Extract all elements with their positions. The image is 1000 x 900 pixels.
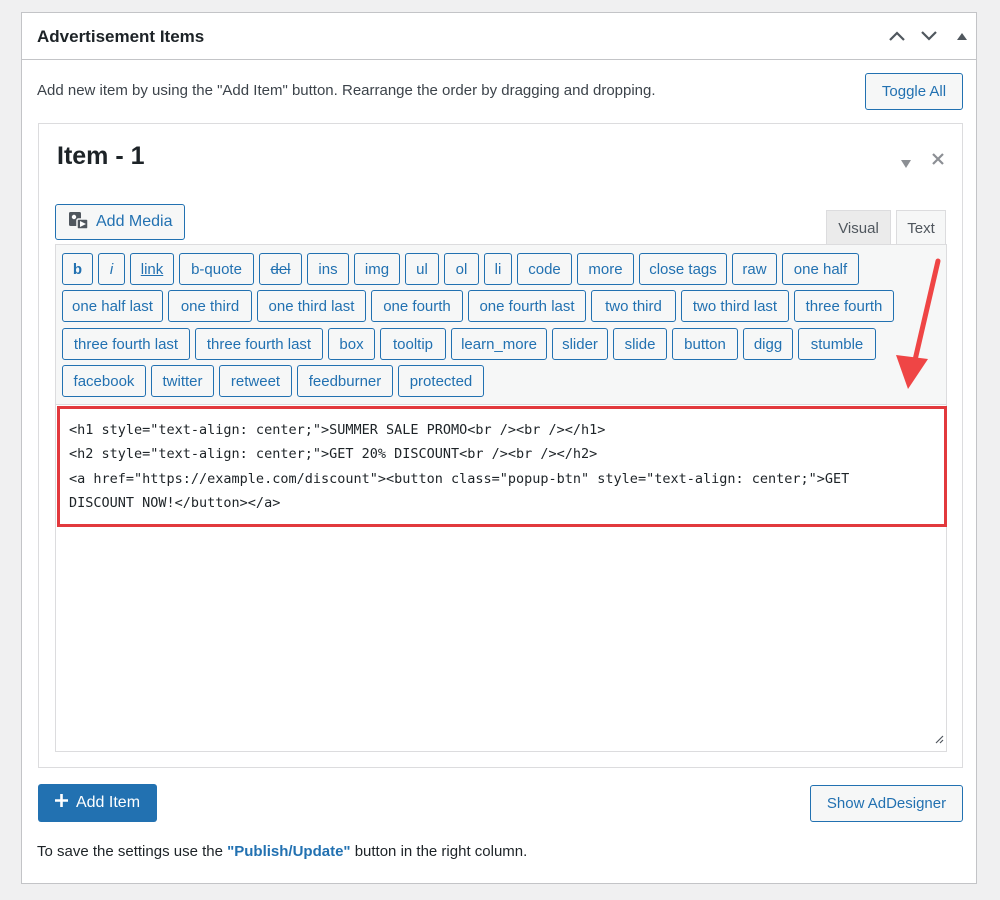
qt-raw-button[interactable]: raw (732, 253, 777, 285)
qt-learn-more-button[interactable]: learn_more (451, 328, 547, 360)
move-up-icon[interactable] (886, 25, 908, 47)
qt-three-fourth-button[interactable]: three fourth (794, 290, 894, 322)
tab-visual[interactable]: Visual (826, 210, 891, 245)
qt-slide-button[interactable]: slide (613, 328, 667, 360)
qt-ol-button[interactable]: ol (444, 253, 479, 285)
qt-one-third-last-button[interactable]: one third last (257, 290, 366, 322)
qt-more-button[interactable]: more (577, 253, 634, 285)
red-arrow-annotation (880, 255, 950, 400)
footer-note: To save the settings use the "Publish/Up… (37, 843, 527, 860)
qt-twitter-button[interactable]: twitter (151, 365, 214, 397)
qt-one-fourth-last-button[interactable]: one fourth last (468, 290, 586, 322)
item-panel: Item - 1 Add Media Visual Text b i link … (38, 123, 963, 768)
intro-text: Add new item by using the "Add Item" but… (37, 82, 656, 99)
qt-b-quote-button[interactable]: b-quote (179, 253, 254, 285)
code-line: DISCOUNT NOW!</button></a> (69, 495, 281, 511)
qt-slider-button[interactable]: slider (552, 328, 608, 360)
item-title: Item - 1 (57, 142, 145, 170)
text-editor: b i link b-quote del ins img ul ol li co… (55, 244, 947, 752)
qt-code-button[interactable]: code (517, 253, 572, 285)
qt-two-third-button[interactable]: two third (591, 290, 676, 322)
footer-suffix: button in the right column. (350, 843, 528, 860)
qt-one-third-button[interactable]: one third (168, 290, 252, 322)
qt-facebook-button[interactable]: facebook (62, 365, 146, 397)
metabox-title: Advertisement Items (37, 27, 205, 46)
metabox-header: Advertisement Items (22, 13, 976, 60)
qt-button-button[interactable]: button (672, 328, 738, 360)
qt-stumble-button[interactable]: stumble (798, 328, 876, 360)
add-item-button[interactable]: Add Item (38, 784, 157, 822)
qt-retweet-button[interactable]: retweet (219, 365, 292, 397)
move-down-icon[interactable] (918, 25, 940, 47)
code-line: <h1 style="text-align: center;">SUMMER S… (69, 422, 606, 438)
quicktags-toolbar: b i link b-quote del ins img ul ol li co… (56, 245, 946, 405)
qt-one-half-last-button[interactable]: one half last (62, 290, 163, 322)
footer-prefix: To save the settings use the (37, 843, 228, 860)
qt-one-half-button[interactable]: one half (782, 253, 859, 285)
item-collapse-icon[interactable] (901, 155, 911, 173)
tab-text[interactable]: Text (896, 210, 946, 245)
show-addesigner-button[interactable]: Show AdDesigner (810, 785, 963, 822)
code-textarea[interactable]: <h1 style="text-align: center;">SUMMER S… (56, 405, 947, 751)
item-remove-icon[interactable] (932, 152, 944, 170)
qt-digg-button[interactable]: digg (743, 328, 793, 360)
qt-ul-button[interactable]: ul (405, 253, 439, 285)
qt-img-button[interactable]: img (354, 253, 400, 285)
qt-two-third-last-button[interactable]: two third last (681, 290, 789, 322)
qt-b-button[interactable]: b (62, 253, 93, 285)
qt-i-button[interactable]: i (98, 253, 125, 285)
qt-protected-button[interactable]: protected (398, 365, 484, 397)
qt-close-tags-button[interactable]: close tags (639, 253, 727, 285)
qt-tooltip-button[interactable]: tooltip (380, 328, 446, 360)
add-media-label: Add Media (96, 213, 173, 230)
qt-li-button[interactable]: li (484, 253, 512, 285)
qt-link-button[interactable]: link (130, 253, 174, 285)
qt-ins-button[interactable]: ins (307, 253, 349, 285)
qt-feedburner-button[interactable]: feedburner (297, 365, 393, 397)
code-line: <h2 style="text-align: center;">GET 20% … (69, 446, 598, 462)
collapse-toggle-icon[interactable] (951, 25, 973, 47)
qt-three-fourth-last-button[interactable]: three fourth last (62, 328, 190, 360)
footer-highlight: "Publish/Update" (227, 843, 351, 860)
add-media-button[interactable]: Add Media (55, 204, 185, 240)
qt-three-fourth-last-button-2[interactable]: three fourth last (195, 328, 323, 360)
toggle-all-button[interactable]: Toggle All (865, 73, 963, 110)
qt-del-button[interactable]: del (259, 253, 302, 285)
media-icon (68, 210, 90, 235)
qt-box-button[interactable]: box (328, 328, 375, 360)
resize-handle-icon[interactable] (934, 731, 944, 749)
qt-one-fourth-button[interactable]: one fourth (371, 290, 463, 322)
plus-icon (54, 794, 68, 812)
add-item-label: Add Item (75, 794, 141, 811)
code-line: <a href="https://example.com/discount"><… (69, 471, 850, 487)
advertisement-items-metabox: Advertisement Items Add new item by usin… (21, 12, 977, 884)
